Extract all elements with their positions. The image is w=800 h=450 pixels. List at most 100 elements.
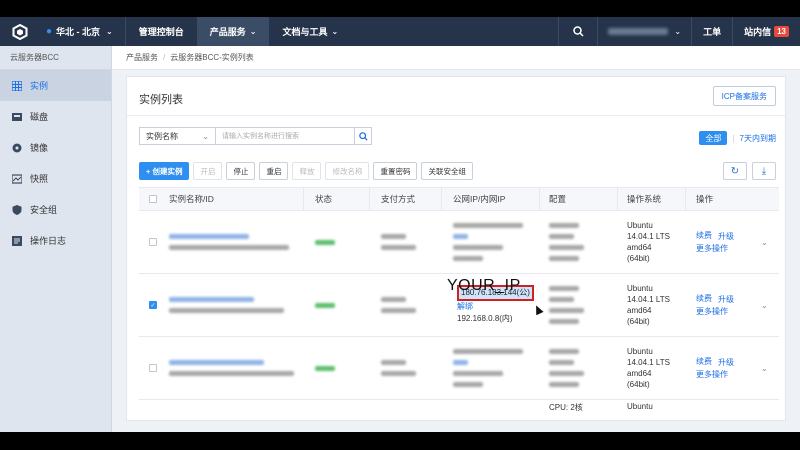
header-os: 操作系统 [627, 194, 662, 204]
search-icon [358, 131, 368, 141]
upgrade-link[interactable]: 升级 [718, 294, 734, 305]
icp-service-button[interactable]: ICP备案服务 [712, 86, 776, 106]
username-blurred [608, 28, 669, 35]
your-ip-annotation: YOUR_IP [447, 277, 521, 294]
reset-password-button[interactable]: 重置密码 [373, 162, 418, 180]
chevron-down-icon[interactable]: ⌄ [761, 337, 768, 399]
row-checkbox[interactable]: ✓ [149, 301, 157, 309]
expiry-filter: 全部 | 7天内到期 [699, 131, 776, 145]
renew-link[interactable]: 续费 [696, 292, 712, 305]
select-all-checkbox[interactable] [149, 195, 157, 203]
table-header: 实例名称/ID 状态 支付方式 公网IP/内网IP 配置 操作系统 操作 [139, 187, 779, 211]
config-partial: CPU: 2核 [549, 403, 583, 412]
shield-icon [12, 204, 22, 215]
os-cell: Ubuntu 14.04.1 LTS amd64 (64bit) [627, 347, 670, 389]
filter-all-button[interactable]: 全部 [699, 131, 728, 145]
os-partial: Ubuntu [627, 402, 653, 411]
snapshot-icon [12, 173, 22, 184]
log-icon [12, 235, 22, 246]
sidebar-item-label: 快照 [30, 174, 49, 184]
breadcrumb-root[interactable]: 产品服务 [126, 52, 158, 63]
sidebar-item-label: 磁盘 [30, 112, 49, 122]
nav-products[interactable]: 产品服务 ⌄ [196, 17, 270, 46]
filter-field-value: 实例名称 [146, 131, 178, 141]
renew-link[interactable]: 续费 [696, 355, 712, 368]
header-payment: 支付方式 [381, 194, 416, 204]
sidebar-item-disks[interactable]: 磁盘 [0, 101, 111, 132]
logo-icon[interactable] [0, 17, 40, 46]
release-button[interactable]: 释放 [292, 162, 322, 180]
header-name: 实例名称/ID [169, 194, 214, 204]
stop-button[interactable]: 停止 [226, 162, 256, 180]
region-selector[interactable]: ● 华北 - 北京 ⌄ [40, 17, 126, 46]
restart-button[interactable]: 重启 [259, 162, 289, 180]
sidebar-item-snapshots[interactable]: 快照 [0, 163, 111, 194]
sidebar: 云服务器BCC 实例 磁盘 镜像 快照 安全组 操作日志 [0, 46, 112, 432]
nav-docs[interactable]: 文档与工具 ⌄ [269, 17, 351, 46]
region-label: 华北 - 北京 [56, 27, 101, 37]
os-cell: Ubuntu 14.04.1 LTS amd64 (64bit) [627, 284, 670, 326]
ip-blurred [453, 337, 523, 399]
nav-console-label: 管理控制台 [138, 27, 184, 37]
sidebar-item-security-groups[interactable]: 安全组 [0, 194, 111, 225]
search-icon[interactable] [558, 17, 599, 46]
row-checkbox[interactable] [149, 364, 157, 372]
messages-link[interactable]: 站内信 13 [733, 17, 800, 46]
sidebar-item-instances[interactable]: 实例 [0, 70, 111, 101]
status-blurred [315, 365, 335, 371]
console-frame: ● 华北 - 北京 ⌄ 管理控制台 产品服务 ⌄ 文档与工具 ⌄ ⌄ 工单 站内信 1… [0, 17, 800, 432]
header-ip: 公网IP/内网IP [453, 194, 506, 204]
unbind-link[interactable]: 解绑 [457, 301, 473, 313]
refresh-icon[interactable]: ↻ [723, 162, 747, 180]
status-blurred [315, 239, 335, 245]
divider: | [732, 133, 735, 143]
chevron-down-icon: ⌄ [106, 27, 113, 36]
config-blurred [549, 211, 584, 273]
chevron-down-icon[interactable]: ⌄ [761, 211, 768, 273]
nav-products-label: 产品服务 [209, 27, 246, 37]
table-row: CPU: 2核 Ubuntu [139, 400, 779, 430]
row-checkbox[interactable] [149, 238, 157, 246]
payment-blurred [381, 274, 416, 336]
header-status: 状态 [315, 194, 333, 204]
filter-field-select[interactable]: 实例名称 ⌄ [139, 127, 215, 145]
renew-link[interactable]: 续费 [696, 229, 712, 242]
action-toolbar: + 创建实例 开启 停止 重启 释放 修改名称 重置密码 关联安全组 [139, 162, 477, 180]
start-button[interactable]: 开启 [193, 162, 223, 180]
instance-name-blurred[interactable] [169, 337, 294, 399]
header-config: 配置 [549, 194, 567, 204]
upgrade-link[interactable]: 升级 [718, 231, 734, 242]
config-blurred [549, 274, 584, 336]
sidebar-item-images[interactable]: 镜像 [0, 132, 111, 163]
chevron-down-icon: ⌄ [331, 27, 339, 36]
search-input[interactable]: 请输入实例名称进行搜索 [215, 127, 355, 145]
user-menu[interactable]: ⌄ [598, 17, 693, 46]
messages-badge: 13 [774, 26, 789, 37]
instance-name-blurred[interactable] [169, 211, 289, 273]
chevron-down-icon: ⌄ [202, 131, 209, 141]
divider [127, 115, 785, 116]
search-button[interactable] [355, 127, 372, 145]
associate-security-group-button[interactable]: 关联安全组 [421, 162, 473, 180]
filter-expiring-link[interactable]: 7天内到期 [740, 133, 776, 144]
config-blurred [549, 337, 584, 399]
create-instance-button[interactable]: + 创建实例 [139, 162, 190, 180]
disk-icon [12, 112, 22, 122]
nav-console[interactable]: 管理控制台 [126, 17, 197, 46]
ip-blurred [453, 211, 523, 273]
grid-icon [12, 80, 22, 91]
chevron-down-icon[interactable]: ⌄ [761, 274, 768, 336]
sidebar-title: 云服务器BCC [0, 46, 111, 70]
download-icon[interactable]: ⤓ [752, 162, 776, 180]
nav-docs-label: 文档与工具 [282, 27, 328, 37]
breadcrumb: 产品服务 / 云服务器BCC-实例列表 [112, 46, 800, 70]
instance-name-blurred[interactable] [169, 274, 284, 336]
rename-button[interactable]: 修改名称 [325, 162, 370, 180]
sidebar-item-operation-log[interactable]: 操作日志 [0, 225, 111, 256]
private-ip: 192.168.0.8(内) [457, 314, 513, 323]
sidebar-item-label: 安全组 [30, 205, 58, 215]
chevron-down-icon: ⌄ [249, 27, 257, 36]
upgrade-link[interactable]: 升级 [718, 357, 734, 368]
ticket-link[interactable]: 工单 [692, 17, 734, 46]
status-blurred [315, 302, 335, 308]
